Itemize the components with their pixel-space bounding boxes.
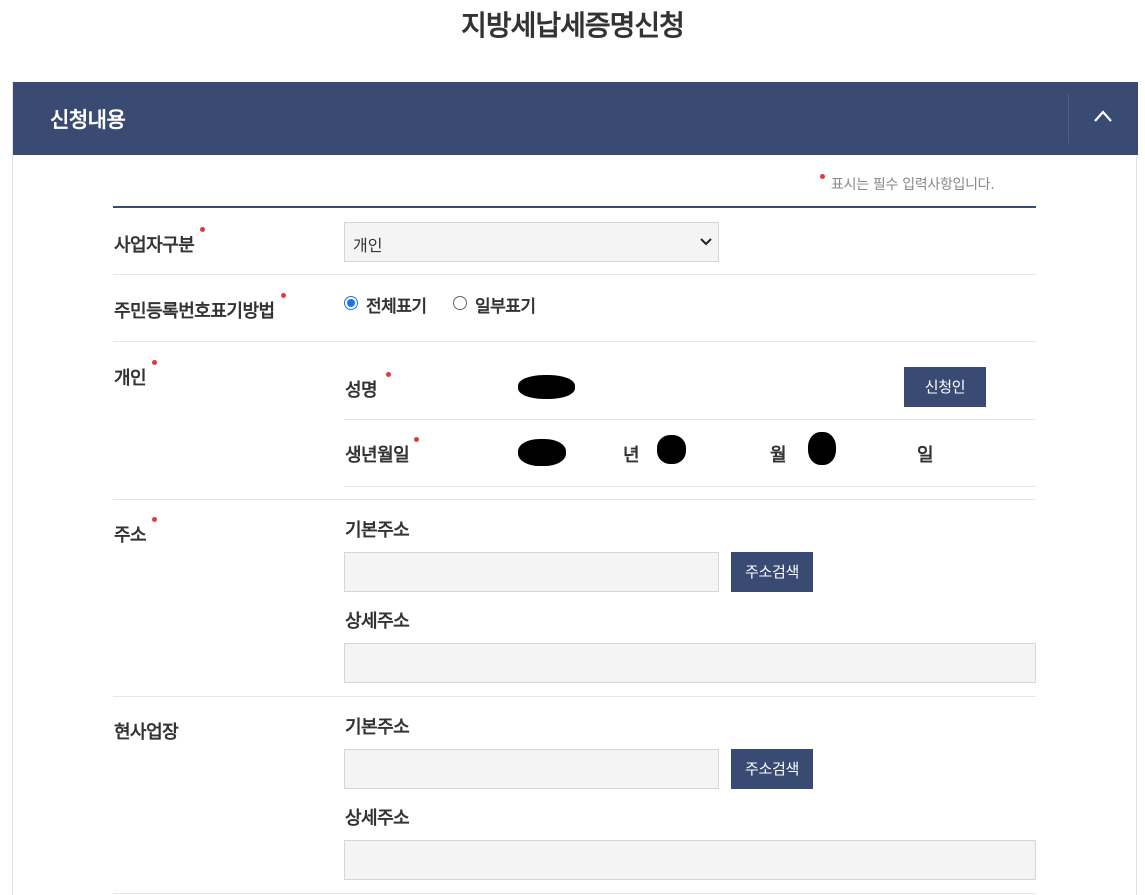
business-site-label: 현사업장 bbox=[114, 722, 179, 743]
redacted-birth-day bbox=[808, 432, 836, 465]
business-site-detail-input[interactable] bbox=[344, 840, 1036, 880]
business-type-select-value: 개인 bbox=[353, 236, 383, 255]
address-label-text: 주소 bbox=[114, 525, 147, 546]
required-dot-icon bbox=[820, 174, 825, 179]
individual-label-text: 개인 bbox=[114, 368, 147, 389]
form-top-divider bbox=[113, 206, 1036, 208]
radio-partial-display[interactable]: 일부표기 bbox=[453, 292, 553, 317]
radio-full-display-label: 전체표기 bbox=[366, 297, 427, 317]
individual-label: 개인 bbox=[114, 360, 158, 390]
business-site-basic-input[interactable] bbox=[344, 749, 719, 789]
radio-checked-icon bbox=[344, 296, 358, 310]
address-detail-input[interactable] bbox=[344, 643, 1036, 683]
row-divider bbox=[113, 893, 1036, 894]
chevron-up-icon bbox=[1094, 110, 1112, 122]
required-dot-icon bbox=[152, 360, 158, 365]
page-title: 지방세납세증명신청 bbox=[461, 9, 685, 42]
required-note: 표시는 필수 입력사항입니다. bbox=[820, 174, 995, 194]
required-dot-icon bbox=[414, 437, 420, 442]
month-unit: 월 bbox=[770, 445, 787, 466]
redacted-name bbox=[518, 375, 575, 399]
address-basic-label: 기본주소 bbox=[345, 520, 410, 541]
radio-full-display[interactable]: 전체표기 bbox=[344, 292, 444, 317]
redacted-birth-year bbox=[518, 439, 566, 466]
address-search-button[interactable]: 주소검색 bbox=[731, 552, 813, 592]
rrn-display-label-text: 주민등록번호표기방법 bbox=[114, 301, 275, 322]
section-header: 신청내용 bbox=[13, 82, 1138, 155]
year-unit: 년 bbox=[623, 445, 640, 466]
birthdate-label: 생년월일 bbox=[345, 437, 420, 467]
business-type-select[interactable]: 개인 bbox=[344, 222, 719, 262]
day-unit: 일 bbox=[917, 445, 934, 466]
collapse-button[interactable] bbox=[1069, 82, 1138, 155]
rrn-display-label: 주민등록번호표기방법 bbox=[114, 293, 286, 323]
redacted-birth-month bbox=[657, 435, 686, 464]
row-divider bbox=[113, 274, 1036, 275]
row-divider bbox=[113, 499, 1036, 500]
sub-row-divider bbox=[344, 486, 1036, 487]
required-dot-icon bbox=[152, 517, 158, 522]
required-dot-icon bbox=[200, 227, 206, 232]
business-site-search-button[interactable]: 주소검색 bbox=[731, 749, 813, 789]
name-label: 성명 bbox=[345, 372, 392, 402]
required-note-text: 표시는 필수 입력사항입니다. bbox=[831, 177, 995, 193]
sub-row-divider bbox=[344, 419, 1036, 420]
radio-unchecked-icon bbox=[453, 296, 467, 310]
address-detail-label: 상세주소 bbox=[345, 611, 410, 632]
address-basic-input[interactable] bbox=[344, 552, 719, 592]
business-type-label: 사업자구분 bbox=[114, 227, 206, 257]
business-site-detail-label: 상세주소 bbox=[345, 808, 410, 829]
birthdate-label-text: 생년월일 bbox=[345, 445, 410, 466]
required-dot-icon bbox=[386, 372, 392, 377]
address-label: 주소 bbox=[114, 517, 158, 547]
applicant-button[interactable]: 신청인 bbox=[904, 367, 986, 407]
row-divider bbox=[113, 696, 1036, 697]
required-dot-icon bbox=[280, 293, 286, 298]
chevron-down-icon bbox=[700, 238, 712, 246]
business-site-basic-label: 기본주소 bbox=[345, 717, 410, 738]
name-label-text: 성명 bbox=[345, 380, 378, 401]
radio-partial-display-label: 일부표기 bbox=[475, 297, 536, 317]
section-title: 신청내용 bbox=[50, 108, 126, 132]
business-type-label-text: 사업자구분 bbox=[114, 235, 195, 256]
row-divider bbox=[113, 341, 1036, 342]
